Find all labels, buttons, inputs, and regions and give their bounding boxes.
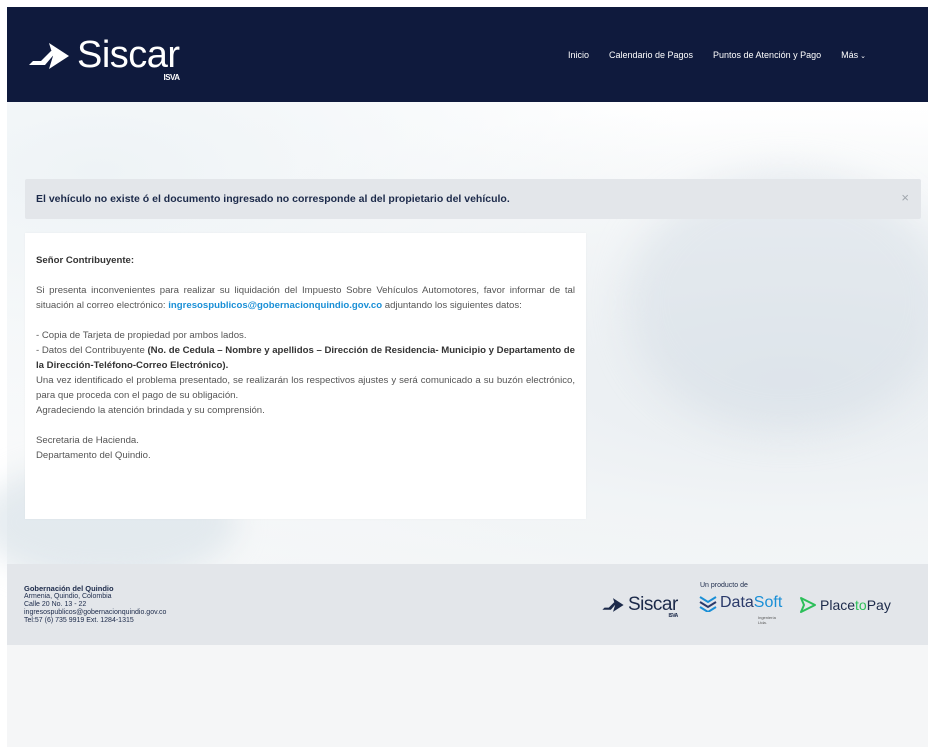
paragraph-text: Agradeciendo la atención brindada y su c… xyxy=(36,405,265,416)
nav-calendario-de-pagos[interactable]: Calendario de Pagos xyxy=(599,49,703,63)
datasoft-text: DataSoft xyxy=(720,594,782,612)
nav-inicio[interactable]: Inicio xyxy=(558,49,599,63)
footer-logos: Un producto de Siscar ISVA DataSoft Inge… xyxy=(600,582,900,632)
footer-email[interactable]: ingresospublicos@gobernacionquindio.gov.… xyxy=(24,609,166,617)
chevron-down-icon: ⌄ xyxy=(860,53,866,60)
email-link[interactable]: ingresospublicos@gobernacionquindio.gov.… xyxy=(168,300,382,311)
producto-label: Un producto de xyxy=(700,582,748,589)
datasoft-data: Data xyxy=(720,594,754,611)
list-item: - Copia de Tarjeta de propiedad por ambo… xyxy=(36,330,247,341)
error-alert: El vehículo no existe ó el documento ing… xyxy=(25,179,921,219)
message-body: Señor Contribuyente: Si presenta inconve… xyxy=(36,253,575,463)
signature-line: Departamento del Quindio. xyxy=(36,450,151,461)
footer: Gobernación del Quindio Armenia, Quindio… xyxy=(7,564,928,645)
footer-org: Gobernación del Quindio xyxy=(24,584,114,593)
paragraph-text: Una vez identificado el problema present… xyxy=(36,375,575,401)
footer-phone: Tel:57 (6) 735 9919 Ext. 1284-1315 xyxy=(24,617,134,624)
ptp-to: to xyxy=(855,597,867,613)
alert-message: El vehículo no existe ó el documento ing… xyxy=(36,193,510,205)
logo-subtitle: ISVA xyxy=(163,73,181,82)
datasoft-logo-mark-icon xyxy=(699,596,717,612)
paragraph-instructions: Si presenta inconvenientes para realizar… xyxy=(36,283,575,313)
siscar-logo-mark-icon xyxy=(29,43,69,69)
datasoft-logo: DataSoft Ingeniería Ltda. xyxy=(698,594,782,625)
ptp-place: Place xyxy=(820,597,856,613)
message-card: Señor Contribuyente: Si presenta inconve… xyxy=(25,233,586,519)
siscar-logo-mark-icon xyxy=(602,598,624,612)
nav-puntos-de-atencion[interactable]: Puntos de Atención y Pago xyxy=(703,49,831,63)
salutation: Señor Contribuyente: xyxy=(36,255,135,266)
datasoft-soft: Soft xyxy=(753,594,783,611)
footer-contact: Gobernación del Quindio Armenia, Quindio… xyxy=(24,585,166,625)
nav-mas[interactable]: Más ⌄ xyxy=(831,49,876,63)
paragraph-text: adjuntando los siguientes datos: xyxy=(382,300,522,311)
siscar-footer-logo: Siscar ISVA xyxy=(600,594,678,619)
footer-city: Armenia, Quindio, Colombia xyxy=(24,593,112,600)
datasoft-sub: Ingeniería Ltda. xyxy=(758,615,776,625)
siscar-footer-sub: ISVA xyxy=(668,613,678,619)
signature-line: Secretaria de Hacienda. xyxy=(36,435,139,446)
list-item-text: - Datos del Contribuyente xyxy=(36,345,148,356)
main-nav: Inicio Calendario de Pagos Puntos de Ate… xyxy=(558,49,876,63)
footer-address: Calle 20 No. 13 - 22 xyxy=(24,601,87,608)
siscar-footer-title: Siscar xyxy=(628,594,678,615)
ptp-pay: Pay xyxy=(866,597,891,613)
siscar-footer-text: Siscar ISVA xyxy=(628,594,678,619)
siscar-logo[interactable]: Siscar ISVA xyxy=(27,34,180,82)
placetopay-logo: PlacetoPay xyxy=(798,596,891,614)
list-item: - Datos del Contribuyente (No. de Cedula… xyxy=(36,343,575,373)
logo-title: Siscar xyxy=(77,34,180,76)
placetopay-text: PlacetoPay xyxy=(820,597,891,613)
nav-mas-label: Más xyxy=(841,50,859,60)
top-navbar: Siscar ISVA Inicio Calendario de Pagos P… xyxy=(7,7,928,102)
logo-text: Siscar ISVA xyxy=(77,34,180,82)
page-bottom-area xyxy=(7,645,928,747)
close-icon[interactable]: × xyxy=(901,190,909,205)
placetopay-arrow-icon xyxy=(800,597,816,613)
